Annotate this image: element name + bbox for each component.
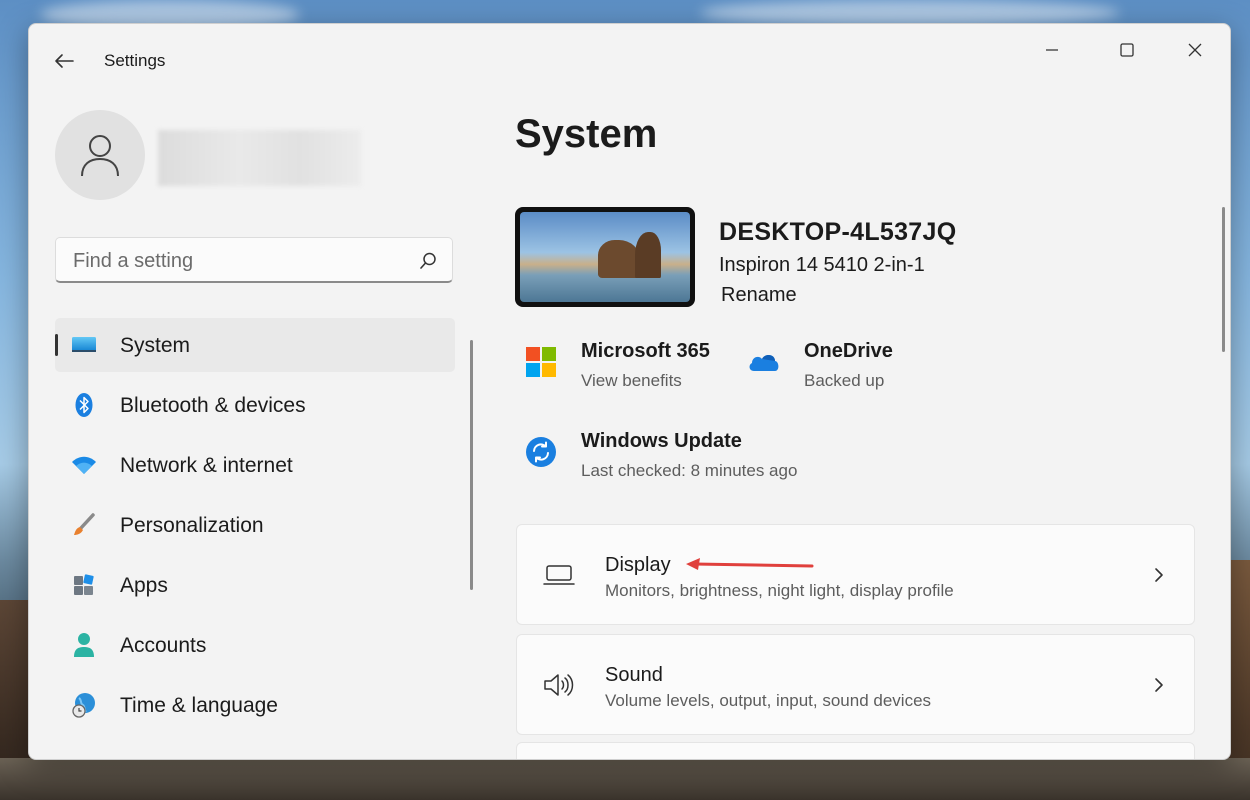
sidebar-item-label: Accounts xyxy=(120,634,207,657)
sidebar-item-label: Personalization xyxy=(120,514,264,537)
card-subtitle: Volume levels, output, input, sound devi… xyxy=(605,691,932,710)
chevron-right-icon xyxy=(1155,678,1163,692)
windows-update-tile[interactable]: Windows Update Last checked: 8 minutes a… xyxy=(525,430,825,486)
search-icon[interactable] xyxy=(418,251,438,271)
device-model: Inspiron 14 5410 2-in-1 xyxy=(719,254,925,276)
chevron-right-icon xyxy=(1155,568,1163,582)
microsoft-logo-icon xyxy=(525,346,557,378)
user-icon xyxy=(81,135,119,177)
person-icon xyxy=(71,633,97,657)
close-button[interactable] xyxy=(1172,34,1218,66)
apps-icon xyxy=(71,573,97,597)
back-arrow-icon xyxy=(55,54,74,68)
tile-title: Microsoft 365 xyxy=(581,340,710,362)
next-settings-card[interactable] xyxy=(516,742,1195,759)
sidebar-item-label: Apps xyxy=(120,574,168,597)
card-subtitle: Monitors, brightness, night light, displ… xyxy=(605,581,954,600)
onedrive-cloud-icon xyxy=(748,346,780,378)
laptop-icon xyxy=(543,561,575,589)
card-title: Sound xyxy=(605,664,663,686)
search-input[interactable] xyxy=(71,247,405,275)
wallpaper-ground xyxy=(0,758,1250,800)
sidebar-item-apps[interactable]: Apps xyxy=(55,558,455,612)
bluetooth-icon xyxy=(71,393,97,417)
globe-clock-icon xyxy=(71,693,97,718)
sidebar-nav: System Bluetooth & devices Network & int… xyxy=(55,318,455,738)
system-icon xyxy=(71,333,97,357)
sound-card[interactable]: Sound Volume levels, output, input, soun… xyxy=(516,634,1195,735)
device-name: DESKTOP-4L537JQ xyxy=(719,218,957,246)
sidebar-item-label: Time & language xyxy=(120,694,278,717)
minimize-icon xyxy=(1046,49,1058,51)
sidebar-item-personalization[interactable]: Personalization xyxy=(55,498,455,552)
redacted-username xyxy=(158,130,361,186)
sidebar-item-label: Bluetooth & devices xyxy=(120,394,306,417)
tile-subtitle: Backed up xyxy=(804,371,885,390)
sidebar-item-network[interactable]: Network & internet xyxy=(55,438,455,492)
app-title: Settings xyxy=(104,51,166,70)
refresh-sync-icon xyxy=(525,436,557,468)
brush-icon xyxy=(71,513,97,537)
display-card[interactable]: Display Monitors, brightness, night ligh… xyxy=(516,524,1195,625)
sidebar-scrollbar[interactable] xyxy=(470,340,473,590)
wifi-icon xyxy=(71,453,97,477)
sidebar-item-label: System xyxy=(120,334,191,357)
microsoft-365-tile[interactable]: Microsoft 365 View benefits xyxy=(525,340,725,396)
annotation-arrow xyxy=(686,558,814,570)
maximize-icon xyxy=(1120,43,1134,57)
sidebar-item-accounts[interactable]: Accounts xyxy=(55,618,455,672)
search-box[interactable] xyxy=(55,237,453,283)
tile-title: OneDrive xyxy=(804,340,893,362)
sidebar-item-label: Network & internet xyxy=(120,454,293,477)
sidebar-item-bluetooth[interactable]: Bluetooth & devices xyxy=(55,378,455,432)
settings-window: Settings System xyxy=(28,23,1231,760)
sidebar-item-time-language[interactable]: Time & language xyxy=(55,678,455,732)
close-icon xyxy=(1188,43,1202,57)
wallpaper-preview xyxy=(520,212,690,302)
tile-subtitle: View benefits xyxy=(581,371,682,390)
speaker-icon xyxy=(543,671,575,699)
rename-link[interactable]: Rename xyxy=(721,284,797,307)
back-button[interactable] xyxy=(49,46,79,76)
onedrive-tile[interactable]: OneDrive Backed up xyxy=(748,340,928,396)
active-indicator xyxy=(55,334,58,356)
page-title: System xyxy=(515,112,658,156)
tile-subtitle: Last checked: 8 minutes ago xyxy=(581,461,798,480)
device-thumbnail xyxy=(515,207,695,307)
tile-title: Windows Update xyxy=(581,430,742,452)
main-scrollbar[interactable] xyxy=(1222,207,1225,352)
minimize-button[interactable] xyxy=(1029,34,1075,66)
card-title: Display xyxy=(605,554,671,576)
avatar[interactable] xyxy=(55,110,145,200)
sidebar-item-system[interactable]: System xyxy=(55,318,455,372)
maximize-button[interactable] xyxy=(1104,34,1150,66)
